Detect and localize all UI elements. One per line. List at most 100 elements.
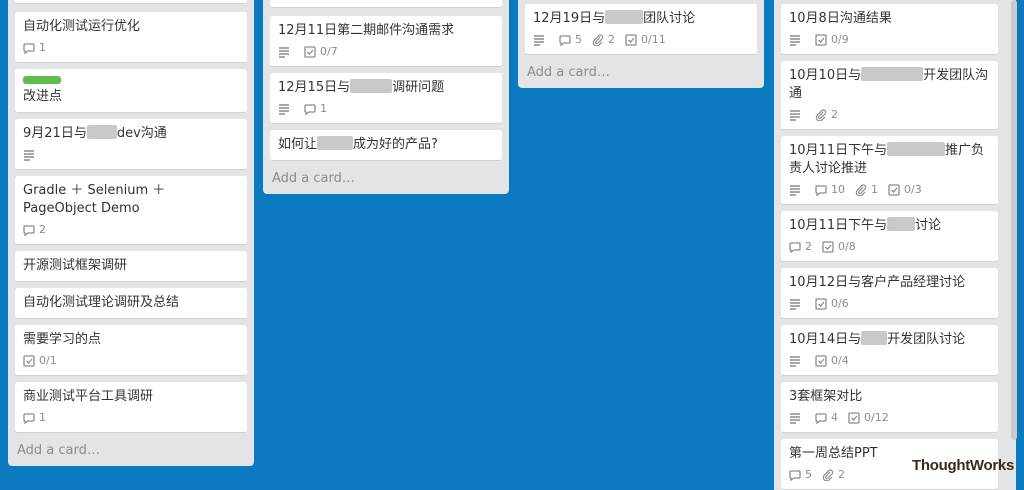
checklist-badge: 0/7 xyxy=(304,46,338,58)
redacted-text xyxy=(86,125,117,139)
list-4: 10月8日沟通结果 0/9 10月10日与 开发团队沟通 2 10月11日下午与推… xyxy=(774,0,1016,490)
card-title: Gradle ＋ Selenium ＋ PageObject Demo xyxy=(23,183,166,216)
card[interactable]: 10月11日下午与 推广负责人讨论推进 10 1 0/3 xyxy=(781,136,998,205)
card-title: 商业测试平台工具调研 xyxy=(23,389,154,404)
description-icon xyxy=(790,35,800,46)
description-icon xyxy=(24,150,34,161)
checkbox-icon xyxy=(848,412,860,424)
redacted-text xyxy=(861,331,888,345)
card[interactable]: 10月8日沟通结果 0/9 xyxy=(781,4,998,55)
card[interactable]: 12月11日第二期邮件沟通需求 0/7 xyxy=(270,16,502,67)
card-title: 10月14日与 开发团队讨论 xyxy=(789,331,966,347)
card[interactable]: 开源测试框架调研 xyxy=(15,251,247,282)
card[interactable]: 10月14日与 开发团队讨论 0/4 xyxy=(781,325,998,376)
card-title: 12月15日与 调研问题 xyxy=(278,79,445,95)
card-title: 10月10日与 开发团队沟通 xyxy=(789,67,989,101)
comment-icon xyxy=(815,413,827,424)
comment-icon xyxy=(23,43,35,54)
checklist-badge: 0/11 xyxy=(625,34,666,46)
card[interactable]: 12月15日与 调研问题 1 xyxy=(270,73,502,124)
add-card-button[interactable]: Add a card… xyxy=(15,439,247,466)
checklist-badge: 0/1 xyxy=(23,355,57,367)
list-scrollbar[interactable] xyxy=(1011,0,1017,440)
card[interactable]: 商业测试平台工具调研 1 xyxy=(15,382,247,433)
card[interactable]: 自动化测试运行优化 1 xyxy=(15,12,247,63)
description-badge xyxy=(789,355,805,367)
redacted-text xyxy=(887,217,916,231)
label-green xyxy=(23,76,61,84)
checklist-badge: 0/8 xyxy=(822,241,856,253)
description-badge xyxy=(789,298,805,310)
card[interactable]: 12月19日与 团队讨论 5 2 0/11 xyxy=(525,4,757,55)
paperclip-icon xyxy=(592,34,604,46)
comment-icon xyxy=(23,225,35,236)
redacted-text xyxy=(861,67,924,81)
card-title: 9月21日与 dev沟通 xyxy=(23,125,167,141)
attachments-badge: 2 xyxy=(822,469,845,481)
description-badge xyxy=(278,46,294,58)
redacted-text xyxy=(350,79,393,93)
redacted-text xyxy=(317,136,354,150)
list-3: 12月19日与 团队讨论 5 2 0/11 Add a card… xyxy=(518,0,764,88)
card-title: 10月11日下午与 讨论 xyxy=(789,217,942,233)
comments-badge: 1 xyxy=(23,42,46,54)
paperclip-icon xyxy=(822,469,834,481)
checkbox-icon xyxy=(23,355,35,367)
comments-badge: 4 xyxy=(815,412,838,424)
card-title: 开源测试框架调研 xyxy=(23,258,128,273)
card[interactable] xyxy=(15,0,247,4)
checklist-badge: 0/9 xyxy=(815,34,849,46)
checklist-badge: 0/12 xyxy=(848,412,889,424)
comment-icon xyxy=(304,104,316,115)
thoughtworks-logo: ThoughtWorks xyxy=(912,457,1014,474)
card[interactable]: 如何让 成为好的产品? xyxy=(270,130,502,161)
comments-badge: 2 xyxy=(23,224,46,236)
card[interactable]: 改进点 xyxy=(15,69,247,113)
checkbox-icon xyxy=(888,184,900,196)
card[interactable]: 自动化测试理论调研及总结 xyxy=(15,288,247,319)
card[interactable]: 9月21日与 dev沟通 xyxy=(15,119,247,170)
description-badge xyxy=(789,184,805,196)
description-badge xyxy=(278,103,294,115)
card[interactable]: 3套框架对比 4 0/12 xyxy=(781,382,998,433)
description-badge xyxy=(789,109,805,121)
checkbox-icon xyxy=(304,46,316,58)
card[interactable]: Gradle ＋ Selenium ＋ PageObject Demo 2 xyxy=(15,176,247,245)
card-title: 自动化测试运行优化 xyxy=(23,19,141,34)
description-icon xyxy=(790,185,800,196)
checkbox-icon xyxy=(625,34,637,46)
card-title: 自动化测试理论调研及总结 xyxy=(23,295,180,310)
add-card-button[interactable]: Add a card… xyxy=(270,167,502,194)
card-title: 12月19日与 团队讨论 xyxy=(533,10,696,26)
description-badge xyxy=(789,34,805,46)
comments-badge: 5 xyxy=(789,469,812,481)
comment-icon xyxy=(559,35,571,46)
description-badge xyxy=(789,412,805,424)
checkbox-icon xyxy=(815,34,827,46)
comments-badge: 1 xyxy=(23,412,46,424)
attachments-badge: 2 xyxy=(815,109,838,121)
card-title: 如何让 成为好的产品? xyxy=(278,136,438,152)
description-icon xyxy=(279,47,289,58)
attachments-badge: 1 xyxy=(855,184,878,196)
checklist-badge: 0/6 xyxy=(815,298,849,310)
card[interactable] xyxy=(270,0,502,8)
redacted-text xyxy=(605,10,644,24)
checkbox-icon xyxy=(815,355,827,367)
card[interactable]: 10月11日下午与 讨论 2 0/8 xyxy=(781,211,998,262)
card-title: 10月8日沟通结果 xyxy=(789,11,892,26)
card[interactable]: 10月12日与客户产品经理讨论 0/6 xyxy=(781,268,998,319)
card-title: 改进点 xyxy=(23,89,63,104)
comments-badge: 10 xyxy=(815,184,845,196)
description-icon xyxy=(790,110,800,121)
add-card-button[interactable]: Add a card… xyxy=(525,61,757,88)
card[interactable]: 需要学习的点 0/1 xyxy=(15,325,247,376)
description-icon xyxy=(534,35,544,46)
list-1: 自动化测试运行优化 1 改进点 9月21日与 dev沟通 Gradle ＋ Sel… xyxy=(8,0,254,466)
description-icon xyxy=(790,299,800,310)
description-badge xyxy=(23,149,39,161)
checkbox-icon xyxy=(822,241,834,253)
paperclip-icon xyxy=(855,184,867,196)
card[interactable]: 10月10日与 开发团队沟通 2 xyxy=(781,61,998,130)
attachments-badge: 2 xyxy=(592,34,615,46)
